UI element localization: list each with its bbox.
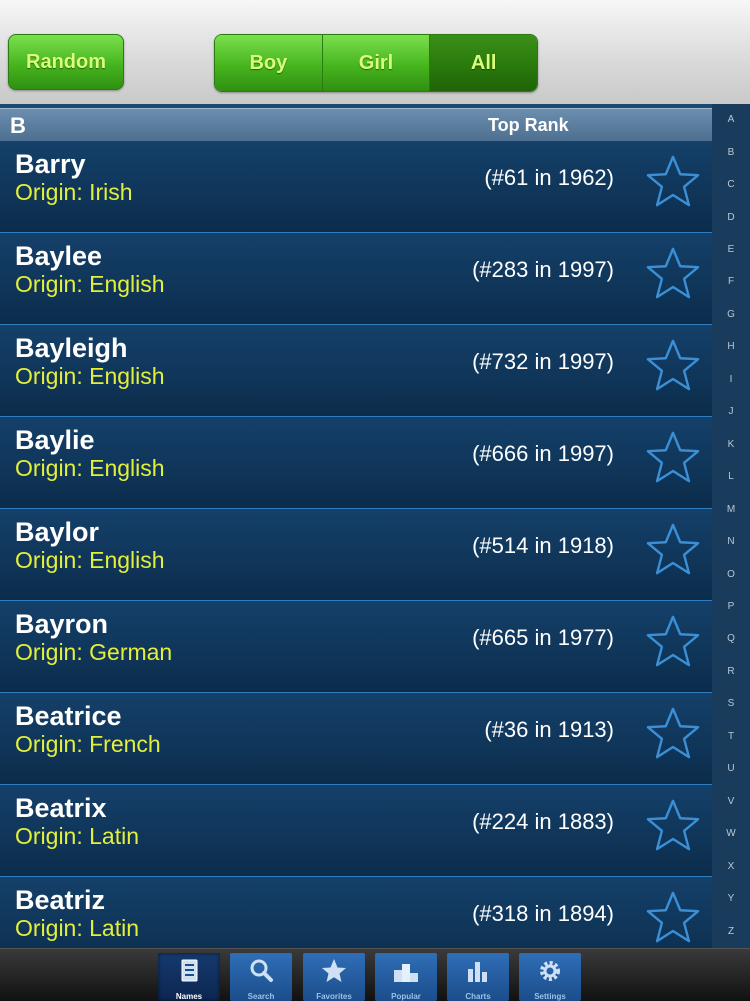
top-rank-text: (#514 in 1918) [472,533,614,558]
list-item[interactable]: Beatrix Origin: Latin (#224 in 1883) [0,785,712,877]
index-letter[interactable]: B [728,147,735,158]
origin-text: Origin: Latin [15,915,140,941]
index-letter[interactable]: U [727,764,734,774]
top-rank-text: (#224 in 1883) [472,809,614,834]
top-rank-text: (#665 in 1977) [472,625,614,650]
name-text: Beatrix [15,793,107,823]
search-icon [247,953,275,990]
favorite-star-icon[interactable] [644,705,702,761]
favorite-star-icon[interactable] [644,245,702,301]
origin-text: Origin: Irish [15,179,133,205]
top-rank-text: (#666 in 1997) [472,441,614,466]
index-letter[interactable]: G [727,309,735,320]
index-letter[interactable]: T [728,731,734,742]
tab-charts[interactable]: Charts [447,953,509,1001]
favorite-star-icon[interactable] [644,613,702,669]
index-letter[interactable]: Y [728,894,735,904]
list-item[interactable]: Beatrice Origin: French (#36 in 1913) [0,693,712,785]
origin-text: Origin: English [15,363,165,389]
random-button[interactable]: Random [8,34,124,90]
section-letter: B [10,113,26,138]
index-letter[interactable]: P [728,602,735,612]
index-letter[interactable]: A [728,115,735,125]
name-list[interactable]: Barry Origin: Irish (#61 in 1962) Baylee Ori… [0,141,712,948]
tab-bar: Names Search Favorites Popular Charts Setting… [0,948,750,1001]
list-item[interactable]: Barry Origin: Irish (#61 in 1962) [0,141,712,233]
favorite-star-icon[interactable] [644,153,702,209]
segment-all[interactable]: All [430,35,537,91]
name-text: Baylor [15,517,100,547]
favorite-star-icon[interactable] [644,889,702,945]
index-letter[interactable]: H [727,342,734,352]
index-letter[interactable]: O [727,569,735,580]
alphabet-index[interactable]: A B C D E F G H I J K L M N O P Q R S T U V W X Y Z [712,104,750,948]
list-item[interactable]: Baylee Origin: English (#283 in 1997) [0,233,712,325]
list-item[interactable]: Beatriz Origin: Latin (#318 in 1894) [0,877,712,948]
origin-text: Origin: English [15,547,165,573]
index-letter[interactable]: D [727,212,734,223]
name-text: Barry [15,149,86,179]
origin-text: Origin: English [15,455,165,481]
index-letter[interactable]: I [730,374,733,385]
gender-segmented-control: Boy Girl All [214,34,538,92]
list-item[interactable]: Baylie Origin: English (#666 in 1997) [0,417,712,509]
bar-chart-icon [464,953,492,990]
top-rank-text: (#36 in 1913) [484,717,614,742]
top-rank-header: Top Rank [488,115,569,135]
tab-popular[interactable]: Popular [375,953,437,1001]
origin-text: Origin: German [15,639,173,665]
origin-text: Origin: English [15,271,165,297]
name-text: Beatrice [15,701,122,731]
tab-settings[interactable]: Settings [519,953,581,1001]
index-letter[interactable]: M [727,504,735,515]
names-icon [175,953,203,990]
star-icon [320,953,348,990]
top-rank-text: (#283 in 1997) [472,257,614,282]
top-rank-text: (#732 in 1997) [472,349,614,374]
index-letter[interactable]: N [727,537,734,547]
index-letter[interactable]: X [728,861,735,872]
index-letter[interactable]: J [729,407,734,417]
gear-icon [536,953,564,990]
favorite-star-icon[interactable] [644,429,702,485]
index-letter[interactable]: F [728,277,734,287]
name-text: Baylee [15,241,103,271]
section-header: B Top Rank [0,108,712,143]
segment-boy[interactable]: Boy [215,35,323,91]
index-letter[interactable]: V [728,796,735,807]
list-item[interactable]: Bayleigh Origin: English (#732 in 1997) [0,325,712,417]
index-letter[interactable]: C [727,180,734,190]
index-letter[interactable]: K [728,439,735,450]
index-letter[interactable]: W [726,829,735,839]
tab-favorites[interactable]: Favorites [303,953,365,1001]
list-item[interactable]: Bayron Origin: German (#665 in 1977) [0,601,712,693]
index-letter[interactable]: R [727,666,734,677]
favorite-star-icon[interactable] [644,521,702,577]
top-toolbar: Random Boy Girl All [0,0,750,105]
index-letter[interactable]: S [728,699,735,709]
top-rank-text: (#61 in 1962) [484,165,614,190]
podium-icon [392,953,420,990]
name-text: Bayron [15,609,109,639]
top-rank-text: (#318 in 1894) [472,901,614,926]
index-letter[interactable]: E [728,245,735,255]
favorite-star-icon[interactable] [644,337,702,393]
index-letter[interactable]: Z [728,926,734,937]
name-text: Baylie [15,425,95,455]
segment-girl[interactable]: Girl [322,35,431,91]
name-text: Beatriz [15,885,106,915]
tab-search[interactable]: Search [230,953,292,1001]
index-letter[interactable]: L [728,472,734,482]
origin-text: Origin: French [15,731,161,757]
index-letter[interactable]: Q [727,634,735,644]
name-text: Bayleigh [15,333,128,363]
origin-text: Origin: Latin [15,823,140,849]
list-item[interactable]: Baylor Origin: English (#514 in 1918) [0,509,712,601]
tab-names[interactable]: Names [158,953,220,1001]
favorite-star-icon[interactable] [644,797,702,853]
